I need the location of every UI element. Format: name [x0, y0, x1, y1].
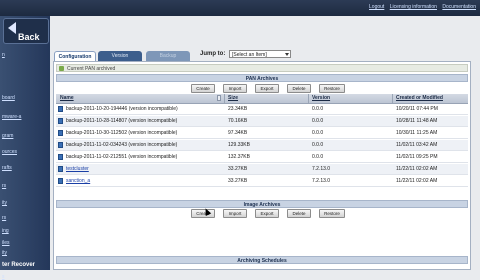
import-button[interactable]: Import: [223, 84, 247, 93]
cell-created: 10/20/11 07:44 PM: [396, 106, 438, 112]
back-arrow-icon: [8, 22, 16, 34]
file-icon: [58, 130, 63, 136]
image-delete-button[interactable]: Delete: [287, 209, 311, 218]
column-divider: [224, 94, 225, 103]
tab-version[interactable]: Version: [98, 51, 142, 61]
sort-handle-icon[interactable]: [217, 95, 221, 101]
top-links: Logout Licensing information Documentati…: [365, 4, 476, 10]
column-divider: [392, 94, 393, 103]
pan-archives-header: PAN Archives: [56, 74, 468, 82]
cell-size: 23.34KB: [228, 106, 248, 112]
archiving-schedules-header: Archiving Schedules: [56, 256, 468, 264]
cell-size: 132.37KB: [228, 154, 250, 160]
cell-version: 7.2.13.0: [312, 166, 331, 172]
image-restore-button[interactable]: Restore: [319, 209, 345, 218]
main-panel: Current PAN archived PAN Archives Create…: [53, 61, 471, 270]
table-row[interactable]: backup-2011-10-20-194446 (version incomp…: [56, 104, 468, 115]
cell-name: backup-2011-11-02-034243 (version incomp…: [66, 142, 178, 148]
cell-size: 33.27KB: [228, 178, 248, 184]
sidebar-item[interactable]: mware-a: [2, 114, 21, 120]
sidebar-item[interactable]: s: [2, 274, 5, 280]
sidebar-item[interactable]: rs: [2, 183, 6, 189]
status-bar: Current PAN archived: [56, 64, 468, 72]
cell-name: backup-2011-10-28-114807 (version incomp…: [66, 118, 178, 124]
cell-name[interactable]: sanction_a: [66, 176, 90, 186]
sidebar-item[interactable]: board: [2, 95, 15, 101]
jump-to-value: [Select an Item]: [232, 52, 267, 58]
back-button[interactable]: Back: [3, 18, 49, 44]
sidebar: Back n board mware-a gram ources rafts r…: [0, 16, 50, 280]
table-row[interactable]: backup-2011-11-02-212551 (version incomp…: [56, 152, 468, 163]
cell-size: 129.33KB: [228, 142, 250, 148]
tab-backup[interactable]: Backup: [146, 51, 190, 61]
cell-created: 11/02/11 09:25 PM: [396, 154, 438, 160]
cell-name: backup-2011-11-02-212551 (version incomp…: [66, 154, 178, 160]
export-button[interactable]: Export: [255, 84, 279, 93]
file-icon: [58, 118, 63, 124]
cell-name: backup-2011-10-30-112502 (version incomp…: [66, 130, 178, 136]
table-row[interactable]: backup-2011-11-02-034243 (version incomp…: [56, 140, 468, 151]
image-archives-toolbar: Create Import Export Delete Restore: [56, 209, 468, 218]
sidebar-section-header: ter Recover: [2, 262, 36, 268]
cell-name: backup-2011-10-20-194446 (version incomp…: [66, 106, 178, 112]
create-button[interactable]: Create: [191, 84, 215, 93]
top-bar: Logout Licensing information Documentati…: [0, 0, 480, 16]
image-export-button[interactable]: Export: [255, 209, 279, 218]
cell-created: 11/02/11 03:42 AM: [396, 142, 438, 148]
column-size[interactable]: Size: [228, 94, 238, 103]
file-icon: [58, 178, 63, 184]
status-text: Current PAN archived: [67, 66, 116, 72]
column-created[interactable]: Created or Modified: [396, 94, 443, 103]
file-icon: [58, 142, 63, 148]
cell-created: 10/30/11 11:25 AM: [396, 130, 438, 136]
delete-button[interactable]: Delete: [287, 84, 311, 93]
cell-size: 33.27KB: [228, 166, 248, 172]
column-version[interactable]: Version: [312, 94, 330, 103]
cell-version: 0.0.0: [312, 142, 324, 148]
cell-created: 10/28/11 11:48 AM: [396, 118, 438, 124]
cell-version: 0.0.0: [312, 154, 324, 160]
table-row[interactable]: backup-2011-10-28-114807 (version incomp…: [56, 116, 468, 127]
sidebar-item[interactable]: ources: [2, 149, 17, 155]
cell-created: 11/22/11 02:02 AM: [396, 166, 438, 172]
table-row[interactable]: testcluster 33.27KB 7.2.13.0 11/22/11 02:02…: [56, 164, 468, 175]
sidebar-item[interactable]: ing: [2, 228, 9, 234]
cell-version: 7.2.13.0: [312, 178, 331, 184]
cell-created: 11/22/11 02:02 AM: [396, 178, 438, 184]
pan-archives-toolbar: Create Import Export Delete Restore: [56, 84, 468, 93]
sidebar-item[interactable]: rafts: [2, 165, 12, 171]
file-icon: [58, 106, 63, 112]
cell-version: 0.0.0: [312, 118, 324, 124]
sidebar-item[interactable]: ity: [2, 200, 7, 206]
image-archives-header: Image Archives: [56, 200, 468, 208]
table-row[interactable]: sanction_a 33.27KB 7.2.13.0 11/22/11 02:02 …: [56, 176, 468, 187]
sidebar-item[interactable]: rs: [2, 215, 6, 221]
table-header: Name Size Version Created or Modified: [56, 94, 468, 104]
table-row[interactable]: backup-2011-10-30-112502 (version incomp…: [56, 128, 468, 139]
cell-name[interactable]: testcluster: [66, 164, 89, 174]
jump-to-label: Jump to:: [200, 51, 226, 57]
check-icon: [59, 66, 64, 71]
licensing-link[interactable]: Licensing information: [390, 4, 437, 10]
chevron-down-icon: [285, 53, 289, 56]
sidebar-item[interactable]: gram: [2, 133, 13, 139]
file-icon: [58, 154, 63, 160]
column-name[interactable]: Name: [60, 94, 74, 103]
image-import-button[interactable]: Import: [223, 209, 247, 218]
restore-button[interactable]: Restore: [319, 84, 345, 93]
cell-version: 0.0.0: [312, 106, 324, 112]
sidebar-item[interactable]: n: [2, 52, 5, 58]
sidebar-item[interactable]: iles: [2, 240, 10, 246]
column-divider: [308, 94, 309, 103]
cell-size: 70.16KB: [228, 118, 248, 124]
back-label: Back: [18, 32, 40, 42]
documentation-link[interactable]: Documentation: [442, 4, 476, 10]
cell-version: 0.0.0: [312, 130, 324, 136]
file-icon: [58, 166, 63, 172]
cell-size: 97.34KB: [228, 130, 248, 136]
sidebar-item[interactable]: ity: [2, 250, 7, 256]
jump-to-select[interactable]: [Select an Item]: [229, 50, 291, 58]
logout-link[interactable]: Logout: [369, 4, 384, 10]
